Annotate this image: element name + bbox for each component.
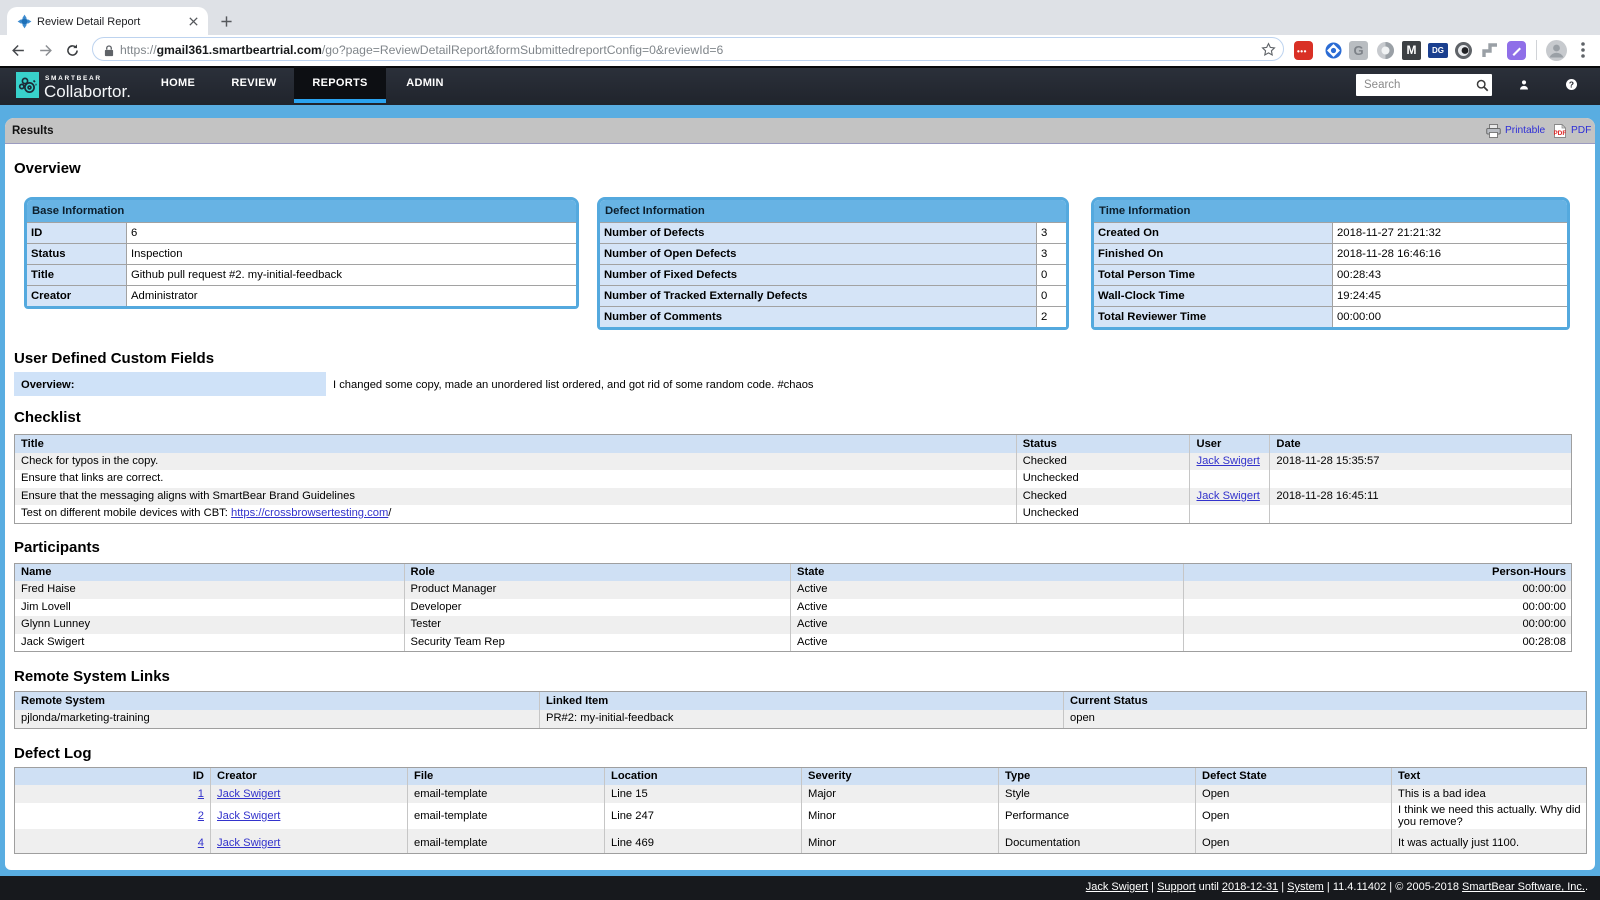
svg-text:PDF: PDF [1554, 130, 1566, 137]
svg-text:?: ? [1569, 80, 1574, 90]
